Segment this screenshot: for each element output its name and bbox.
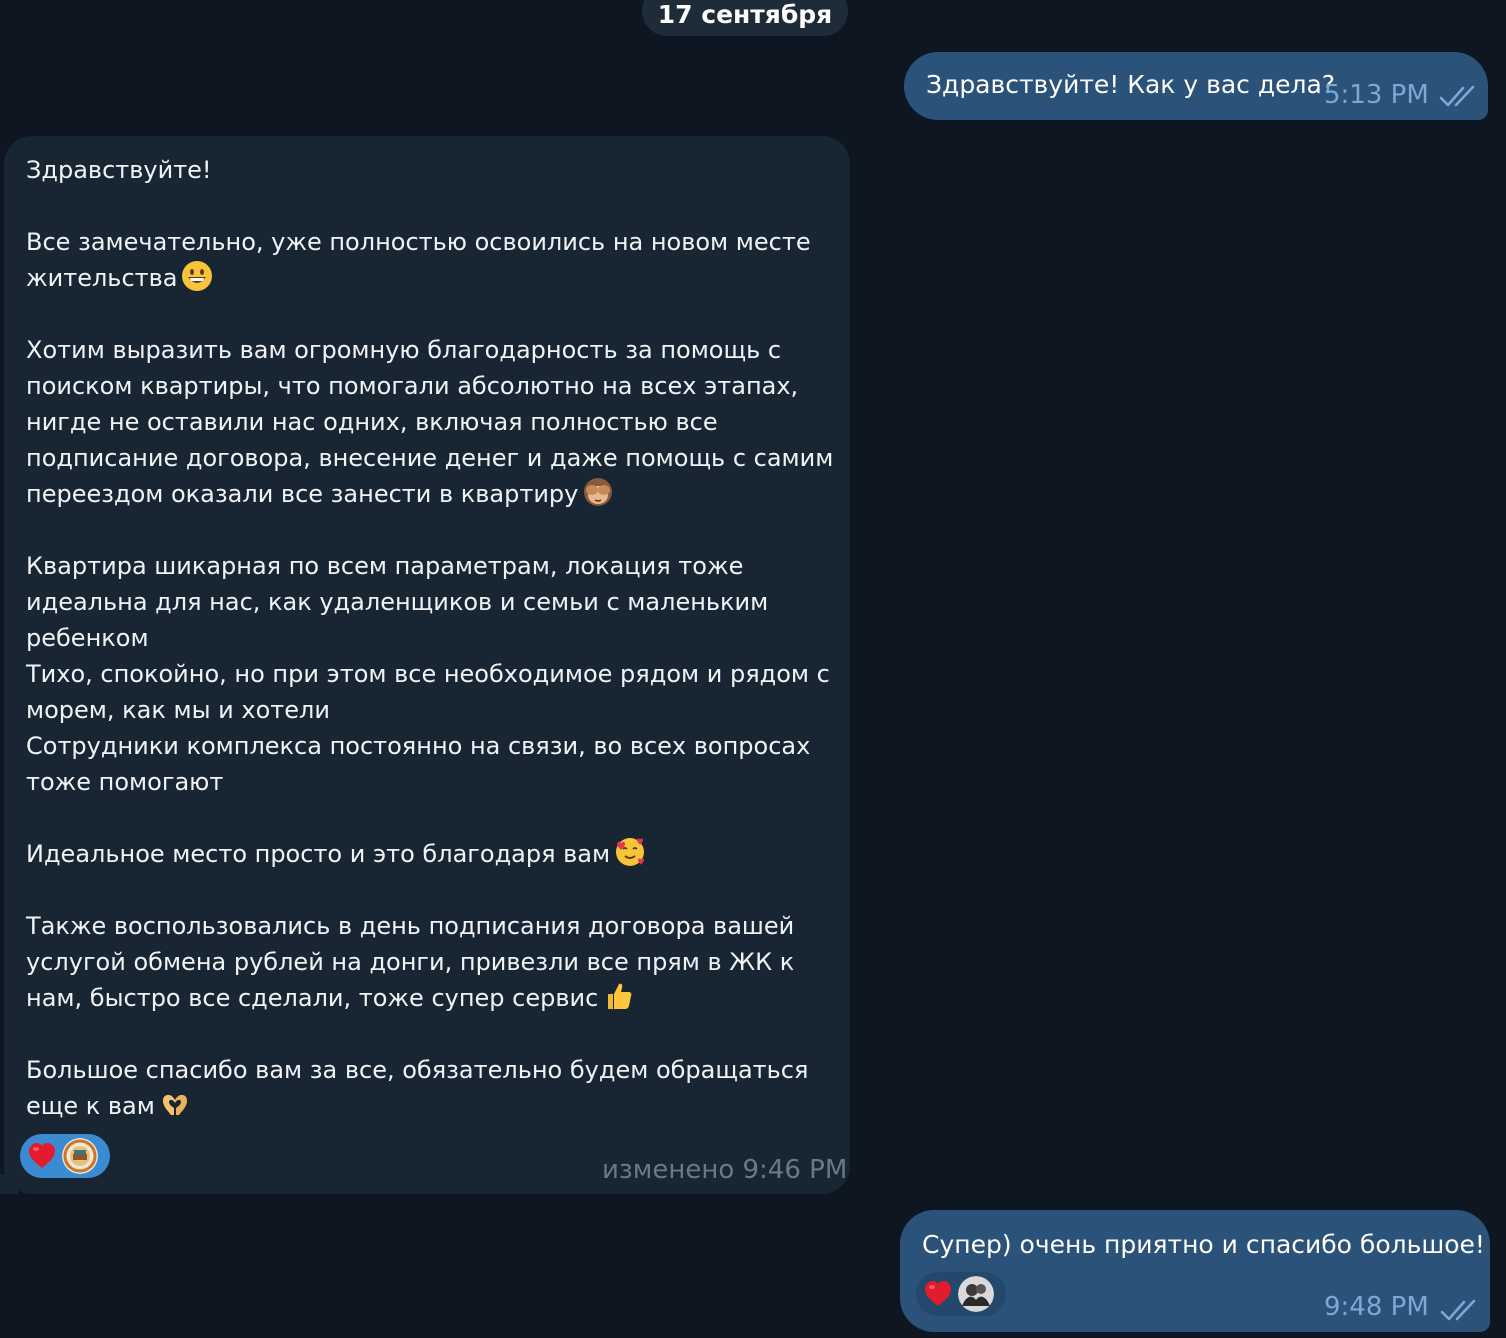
message-outgoing[interactable]: Здравствуйте! Как у вас дела? 5:13 PM [904, 52, 1488, 120]
message-line: ребенком [26, 624, 149, 652]
grinning-face-emoji [182, 261, 213, 291]
message-line: Также воспользовались в день подписания … [26, 912, 795, 940]
reaction-chip[interactable] [20, 1134, 110, 1178]
message-line: идеальна для нас, как удаленщиков и семь… [26, 588, 769, 616]
heart-hands-emoji [162, 1094, 187, 1115]
heart-reaction-icon [29, 1143, 55, 1168]
message-line: услугой обмена рублей на донги, привезли… [26, 948, 795, 976]
message-line: подписание договора, внесение денег и да… [26, 444, 834, 472]
message-line: морем, как мы и хотели [26, 696, 330, 724]
reaction-chip[interactable] [916, 1272, 1006, 1316]
message-line: Здравствуйте! [26, 156, 212, 184]
double-check-icon [1439, 85, 1475, 107]
message-time: 5:13 PM [1324, 80, 1429, 110]
message-edited-time: изменено 9:46 PM [602, 1155, 848, 1185]
message-line: еще к вам [26, 1088, 838, 1124]
message-line: поиском квартиры, что помогали абсолютно… [26, 372, 799, 400]
message-line: жительства [26, 260, 838, 296]
message-line: Все замечательно, уже полностью освоилис… [26, 228, 811, 256]
smiling-face-with-hearts-emoji [616, 838, 645, 866]
see-no-evil-monkey-emoji [584, 478, 613, 506]
message-line: Тихо, спокойно, но при этом все необходи… [26, 660, 830, 688]
message-line: тоже помогают [26, 768, 224, 796]
date-separator: 17 сентября [642, 0, 848, 36]
message-text: Здравствуйте! Все замечательно, уже полн… [26, 152, 838, 1124]
message-text: Здравствуйте! Как у вас дела? [926, 70, 1336, 99]
reactor-avatar [958, 1276, 994, 1312]
message-incoming[interactable]: Здравствуйте! Все замечательно, уже полн… [0, 136, 850, 1194]
heart-reaction-icon [925, 1281, 951, 1306]
message-line: нигде не оставили нас одних, включая пол… [26, 408, 718, 436]
double-check-icon [1440, 1299, 1476, 1321]
message-line: Идеальное место просто и это благодаря в… [26, 836, 838, 872]
message-line: Хотим выразить вам огромную благодарност… [26, 336, 782, 364]
message-line: переездом оказали все занести в квартиру [26, 476, 838, 512]
message-text: Супер) очень приятно и спасибо большое! [922, 1230, 1485, 1259]
message-line: Большое спасибо вам за все, обязательно … [26, 1056, 809, 1084]
message-line: Сотрудники комплекса постоянно на связи,… [26, 732, 811, 760]
reactor-avatar [62, 1138, 98, 1174]
message-outgoing[interactable]: Супер) очень приятно и спасибо большое! … [900, 1210, 1490, 1332]
thumbs-up-emoji [608, 983, 632, 1009]
message-line: нам, быстро все сделали, тоже супер серв… [26, 980, 838, 1016]
message-time: 9:48 PM [1324, 1292, 1429, 1322]
chat-area: 17 сентября Здравствуйте! Как у вас дела… [0, 0, 1506, 1338]
bubble-tail [0, 1174, 18, 1194]
message-line: Квартира шикарная по всем параметрам, ло… [26, 552, 744, 580]
